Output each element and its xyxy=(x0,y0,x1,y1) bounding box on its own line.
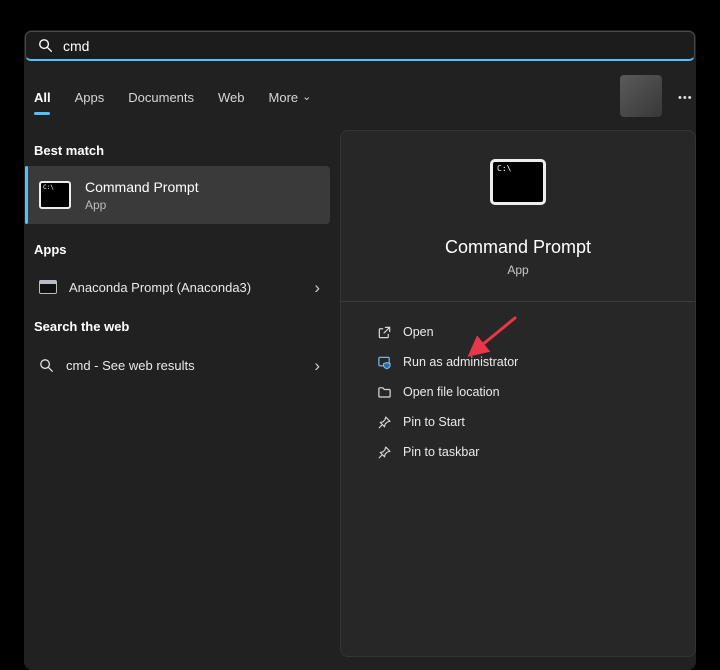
folder-icon xyxy=(377,385,392,400)
best-match-heading: Best match xyxy=(34,143,104,158)
action-open-file-location[interactable]: Open file location xyxy=(341,377,695,407)
action-open[interactable]: Open xyxy=(341,317,695,347)
search-query-text: cmd xyxy=(63,38,89,54)
anaconda-prompt-icon xyxy=(39,280,57,294)
search-icon xyxy=(38,38,53,53)
search-the-web-heading: Search the web xyxy=(34,319,129,334)
action-pin-to-start[interactable]: Pin to Start xyxy=(341,407,695,437)
tab-more[interactable]: More ⌄ xyxy=(269,86,312,115)
command-prompt-icon: C:\ xyxy=(39,181,71,209)
list-item-web-results[interactable]: cmd - See web results › xyxy=(25,346,330,384)
open-icon xyxy=(377,325,392,340)
admin-shield-icon xyxy=(377,355,392,370)
tab-web[interactable]: Web xyxy=(218,86,245,115)
list-item-anaconda-prompt[interactable]: Anaconda Prompt (Anaconda3) › xyxy=(25,268,330,306)
search-input[interactable]: cmd xyxy=(25,31,695,61)
tab-documents[interactable]: Documents xyxy=(128,86,194,115)
action-pin-to-taskbar[interactable]: Pin to taskbar xyxy=(341,437,695,467)
command-prompt-icon-large: C:\ xyxy=(490,159,546,205)
action-run-as-administrator[interactable]: Run as administrator xyxy=(341,347,695,377)
avatar[interactable] xyxy=(620,75,662,117)
best-match-subtitle: App xyxy=(85,198,199,212)
context-actions: Open Run as administrator Open file xyxy=(341,317,695,467)
chevron-right-icon: › xyxy=(314,279,320,296)
chevron-right-icon: › xyxy=(314,357,320,374)
chevron-down-icon: ⌄ xyxy=(302,92,311,103)
search-icon xyxy=(39,358,54,373)
search-flyout: cmd All Apps Documents Web More ⌄ ••• Be… xyxy=(24,30,696,670)
best-match-title: Command Prompt xyxy=(85,179,199,195)
pin-icon xyxy=(377,445,392,460)
selection-accent-bar xyxy=(25,166,28,224)
search-tabs: All Apps Documents Web More ⌄ xyxy=(34,86,311,115)
apps-heading: Apps xyxy=(34,242,67,257)
preview-title: Command Prompt xyxy=(341,237,695,258)
more-options-button[interactable]: ••• xyxy=(672,88,699,108)
preview-pane: C:\ Command Prompt App Open xyxy=(340,130,696,657)
tab-apps[interactable]: Apps xyxy=(75,86,105,115)
best-match-item-command-prompt[interactable]: C:\ Command Prompt App xyxy=(25,166,330,224)
divider xyxy=(341,301,695,302)
pin-icon xyxy=(377,415,392,430)
preview-subtitle: App xyxy=(341,263,695,277)
tab-all[interactable]: All xyxy=(34,86,51,115)
